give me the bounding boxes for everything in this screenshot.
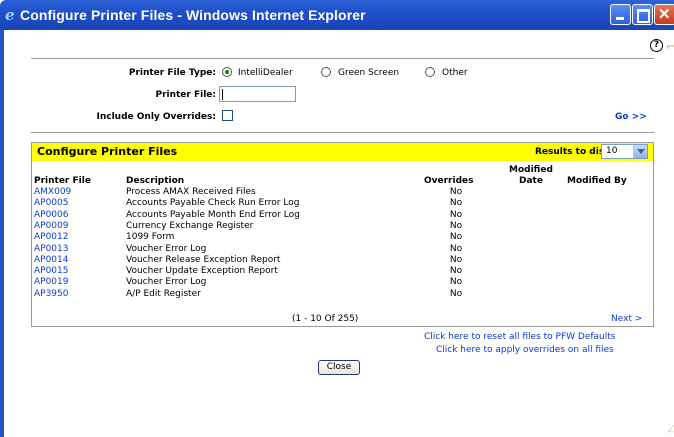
printer-file-type-label: Printer File Type:: [128, 68, 216, 78]
apply-overrides-link[interactable]: Click here to apply overrides on all fil…: [436, 345, 614, 355]
panel-header: Configure Printer Files Results to displ…: [32, 143, 653, 161]
minimize-icon: [616, 17, 624, 20]
help-icon[interactable]: ?: [650, 39, 663, 52]
table-row: AP0013 Voucher Error Log No: [32, 244, 653, 254]
close-icon: ✕: [658, 6, 671, 23]
description-cell: Process AMAX Received Files: [126, 187, 256, 197]
reset-all-files-link[interactable]: Click here to reset all files to PFW Def…: [424, 332, 615, 342]
maximize-icon: [637, 9, 650, 23]
col-header-printer-file[interactable]: Printer File: [34, 176, 91, 186]
table-row: AP0006 Accounts Payable Month End Error L…: [32, 210, 653, 220]
description-cell: Voucher Error Log: [126, 243, 207, 254]
description-cell: Voucher Release Exception Report: [126, 254, 281, 265]
divider-middle: [31, 132, 654, 133]
tool-icon-partial: ⌐: [666, 40, 674, 53]
table-row: AMX009 Process AMAX Received Files No: [32, 187, 653, 197]
description-cell: Currency Exchange Register: [126, 220, 254, 231]
chevron-down-icon[interactable]: [633, 145, 647, 158]
text-caret: [222, 89, 223, 100]
radio-green-screen-label: Green Screen: [338, 68, 400, 78]
printer-file-link[interactable]: AMX009: [34, 187, 71, 197]
radio-intellidealer[interactable]: [222, 67, 232, 77]
panel-title: Configure Printer Files: [37, 145, 178, 158]
include-only-overrides-label: Include Only Overrides:: [96, 112, 217, 122]
minimize-button[interactable]: [610, 4, 631, 25]
printer-file-link[interactable]: AP0009: [34, 221, 69, 231]
overrides-cell: No: [449, 187, 463, 197]
printer-file-link[interactable]: AP0005: [34, 198, 69, 208]
close-button[interactable]: Close: [318, 360, 360, 375]
overrides-cell: No: [449, 277, 463, 288]
overrides-cell: No: [449, 243, 463, 254]
configure-printer-files-panel: Configure Printer Files Results to displ…: [31, 142, 654, 327]
printer-file-link[interactable]: AP0006: [34, 210, 69, 220]
go-link[interactable]: Go >>: [615, 112, 647, 122]
table-row: AP0005 Accounts Payable Check Run Error L…: [32, 198, 653, 208]
description-cell: Voucher Error Log: [126, 277, 207, 288]
internet-explorer-icon: e: [5, 6, 15, 24]
printer-file-link[interactable]: AP0014: [34, 255, 69, 265]
printer-file-link[interactable]: AP3950: [34, 289, 69, 299]
radio-intellidealer-label: IntelliDealer: [238, 68, 293, 78]
printer-file-input[interactable]: [219, 86, 296, 102]
table-row: AP0012 1099 Form No: [32, 232, 653, 242]
radio-other[interactable]: [425, 67, 435, 77]
results-to-display-select[interactable]: 10: [601, 144, 648, 159]
table-row: AP0009 Currency Exchange Register No: [32, 221, 653, 231]
description-cell: 1099 Form: [126, 232, 175, 243]
col-header-modified-by[interactable]: Modified By: [567, 176, 627, 186]
radio-other-label: Other: [442, 68, 468, 78]
description-cell: Accounts Payable Check Run Error Log: [126, 198, 300, 209]
title-bar: e Configure Printer Files - Windows Inte…: [0, 0, 674, 30]
overrides-cell: No: [449, 266, 463, 277]
pagination-status: (1 - 10 Of 255): [292, 314, 359, 324]
printer-file-link[interactable]: AP0013: [34, 244, 69, 254]
resize-grip-icon: ◿: [667, 423, 674, 434]
overrides-cell: No: [449, 288, 463, 299]
description-cell: A/P Edit Register: [126, 288, 201, 299]
radio-green-screen[interactable]: [321, 67, 331, 77]
table-row: AP0019 Voucher Error Log No: [32, 277, 653, 287]
next-page-link[interactable]: Next >: [611, 314, 642, 324]
description-cell: Voucher Update Exception Report: [126, 266, 278, 277]
printer-file-link[interactable]: AP0015: [34, 266, 69, 276]
printer-file-link[interactable]: AP0019: [34, 277, 69, 287]
printer-file-label: Printer File:: [155, 90, 216, 100]
overrides-cell: No: [449, 198, 463, 209]
table-row: AP0015 Voucher Update Exception Report No: [32, 266, 653, 276]
overrides-cell: No: [449, 232, 463, 243]
results-to-display-value: 10: [606, 146, 618, 156]
table-row: AP3950 A/P Edit Register No: [32, 289, 653, 299]
window-title: Configure Printer Files - Windows Intern…: [20, 7, 366, 23]
col-header-overrides[interactable]: Overrides: [424, 176, 474, 186]
overrides-cell: No: [449, 254, 463, 265]
overrides-cell: No: [449, 209, 463, 220]
window-frame-left: [0, 30, 4, 437]
overrides-cell: No: [449, 220, 463, 231]
maximize-button[interactable]: [632, 4, 653, 25]
close-window-button[interactable]: ✕: [654, 4, 674, 25]
col-header-modified-date-line1[interactable]: Modified: [509, 165, 553, 175]
col-header-modified-date-line2[interactable]: Date: [519, 176, 543, 186]
divider-top: [31, 58, 654, 59]
printer-file-link[interactable]: AP0012: [34, 232, 69, 242]
include-only-overrides-checkbox[interactable]: [222, 110, 233, 121]
col-header-description[interactable]: Description: [126, 176, 184, 186]
description-cell: Accounts Payable Month End Error Log: [126, 209, 300, 220]
table-row: AP0014 Voucher Release Exception Report No: [32, 255, 653, 265]
